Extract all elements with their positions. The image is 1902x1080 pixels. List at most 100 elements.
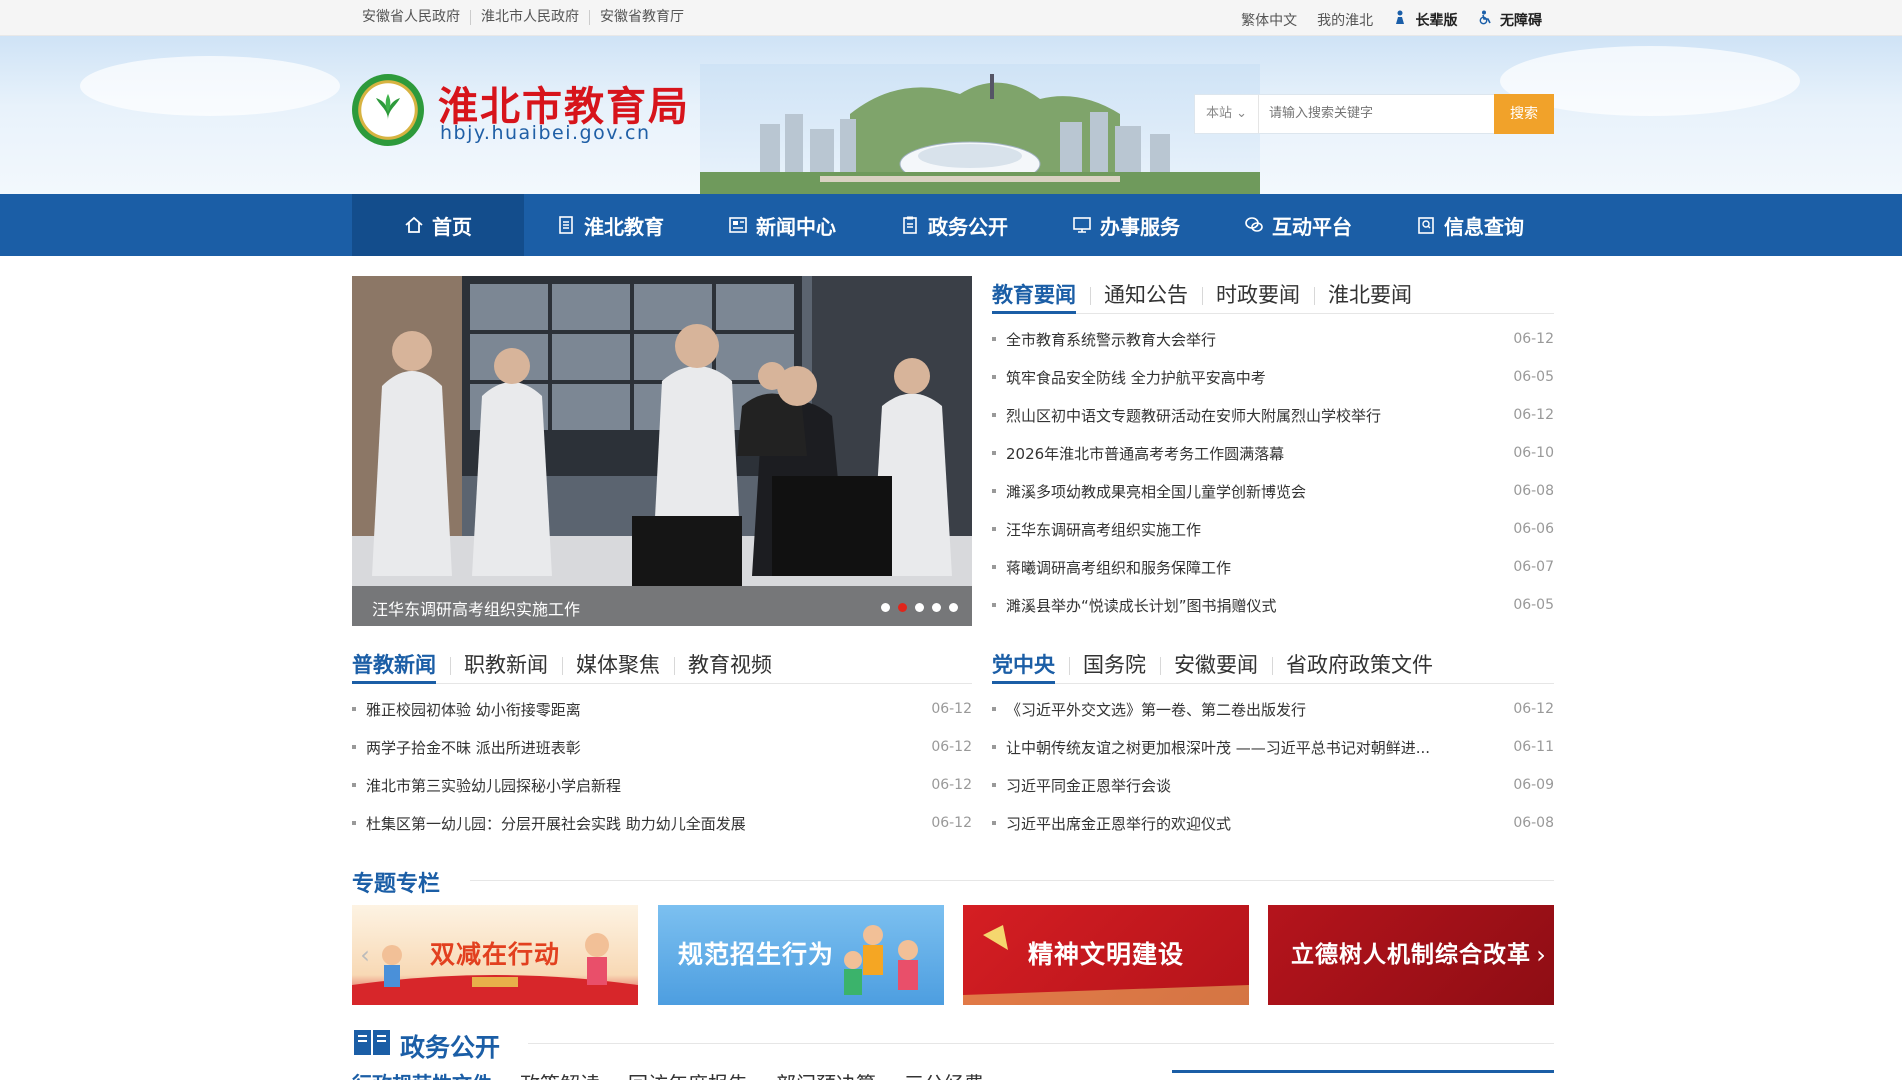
nav-services-label: 办事服务 [1100,214,1180,239]
elder-mode-link[interactable]: 长辈版 [1393,10,1458,30]
elder-icon [1396,10,1405,24]
tab-normative-docs[interactable]: 行政规范性文件 [352,1068,492,1080]
tab-state-council[interactable]: 国务院 [1069,647,1160,683]
monitor-icon [1073,217,1091,233]
banner-spiritual-civilization[interactable]: 精神文明建设 [963,905,1249,1005]
list-item[interactable]: 筑牢食品安全防线 全力护航平安高中考 06-05 [992,358,1554,396]
list-item[interactable]: 杜集区第一幼儿园：分层开展社会实践 助力幼儿全面发展 06-12 [352,804,972,842]
nav-interaction-label: 互动平台 [1272,214,1352,239]
news-date: 06-09 [1513,777,1554,793]
tab-politics[interactable]: 时政要闻 [1202,277,1314,313]
education-news-list: 全市教育系统警示教育大会举行 06-12 筑牢食品安全防线 全力护航平安高中考 06… [992,320,1554,624]
news-title[interactable]: 2026年淮北市普通高考考务工作圆满落幕 [1006,443,1501,464]
elder-mode-label: 长辈版 [1415,13,1458,29]
tab-edu-video[interactable]: 教育视频 [674,647,786,683]
tab-vocational-edu[interactable]: 职教新闻 [450,647,562,683]
news-date: 06-12 [1513,331,1554,347]
search-scope-select[interactable]: 本站 ⌄ [1195,95,1259,133]
list-item[interactable]: 濉溪县举办“悦读成长计划”图书捐赠仪式 06-05 [992,586,1554,624]
list-item[interactable]: 雅正校园初体验 幼小衔接零距离 06-12 [352,690,972,728]
list-item[interactable]: 习近平同金正恩举行会谈 06-09 [992,766,1554,804]
carousel-prev-arrow[interactable]: ‹ [355,942,375,968]
news-date: 06-07 [1513,559,1554,575]
nav-info-query[interactable]: 信息查询 [1384,194,1556,256]
news-date: 06-12 [931,815,972,831]
nav-gov-affairs[interactable]: 政务公开 [868,194,1040,256]
banner-double-reduction[interactable]: 双减在行动 [352,905,638,1005]
link-anhui-edu[interactable]: 安徽省教育厅 [590,10,694,25]
central-news-list: 《习近平外交文选》第一卷、第二卷出版发行 06-12 让中朝传统友谊之树更加根深叶… [992,690,1554,842]
banner-moral-education-reform[interactable]: 立德树人机制综合改革 [1268,905,1554,1005]
carousel-caption-text[interactable]: 汪华东调研高考组织实施工作 [372,596,580,620]
tab-party-central[interactable]: 党中央 [992,647,1069,684]
news-title[interactable]: 习近平出席金正恩举行的欢迎仪式 [1006,813,1501,834]
tab-media-focus[interactable]: 媒体聚焦 [562,647,674,683]
news-title[interactable]: 雅正校园初体验 幼小衔接零距离 [366,699,919,720]
search-button[interactable]: 搜索 [1494,94,1554,134]
list-item[interactable]: 习近平出席金正恩举行的欢迎仪式 06-08 [992,804,1554,842]
home-icon [405,216,423,233]
list-item[interactable]: 让中朝传统友谊之树更加根深叶茂 ——习近平总书记对朝鲜进... 06-11 [992,728,1554,766]
tab-three-expenses[interactable]: 三公经费 [904,1068,984,1080]
carousel-next-arrow[interactable]: › [1531,942,1551,968]
news-title[interactable]: 汪华东调研高考组织实施工作 [1006,519,1501,540]
my-huaibei-link[interactable]: 我的淮北 [1317,10,1373,30]
list-item[interactable]: 烈山区初中语文专题教研活动在安师大附属烈山学校举行 06-12 [992,396,1554,434]
banner-label: 规范招生行为 [678,940,835,969]
nav-home[interactable]: 首页 [352,194,524,256]
carousel-dot-active[interactable] [898,603,907,612]
tab-notices[interactable]: 通知公告 [1090,277,1202,313]
wheelchair-icon [1479,10,1491,25]
list-item[interactable]: 两学子拾金不昧 派出所进班表彰 06-12 [352,728,972,766]
link-huaibei-gov[interactable]: 淮北市人民政府 [471,10,590,25]
list-item[interactable]: 《习近平外交文选》第一卷、第二卷出版发行 06-12 [992,690,1554,728]
news-title[interactable]: 蒋曦调研高考组织和服务保障工作 [1006,557,1501,578]
list-item[interactable]: 蒋曦调研高考组织和服务保障工作 06-07 [992,548,1554,586]
news-title[interactable]: 杜集区第一幼儿园：分层开展社会实践 助力幼儿全面发展 [366,813,919,834]
tab-budget[interactable]: 部门预决算 [776,1068,876,1080]
search-input[interactable] [1259,95,1494,133]
tab-education-news[interactable]: 教育要闻 [992,277,1090,314]
tab-huaibei-news[interactable]: 淮北要闻 [1314,277,1426,313]
news-title[interactable]: 濉溪多项幼教成果亮相全国儿童学创新博览会 [1006,481,1501,502]
traditional-chinese-link[interactable]: 繁体中文 [1241,10,1297,30]
carousel-dot[interactable] [881,603,890,612]
news-title[interactable]: 烈山区初中语文专题教研活动在安师大附属烈山学校举行 [1006,405,1501,426]
logo-emblem[interactable] [352,74,424,146]
accessibility-link[interactable]: 无障碍 [1478,10,1542,30]
tab-anhui-news[interactable]: 安徽要闻 [1160,647,1272,683]
list-item[interactable]: 2026年淮北市普通高考考务工作圆满落幕 06-10 [992,434,1554,472]
news-date: 06-12 [1513,701,1554,717]
news-title[interactable]: 让中朝传统友谊之树更加根深叶茂 ——习近平总书记对朝鲜进... [1006,737,1501,758]
news-carousel[interactable]: 汪华东调研高考组织实施工作 [352,276,972,626]
special-column-title: 专题专栏 [352,872,441,897]
news-title[interactable]: 《习近平外交文选》第一卷、第二卷出版发行 [1006,699,1501,720]
tab-policy-interpretation[interactable]: 政策解读 [520,1068,600,1080]
list-item[interactable]: 全市教育系统警示教育大会举行 06-12 [992,320,1554,358]
carousel-dot[interactable] [932,603,941,612]
carousel-dot[interactable] [915,603,924,612]
news-title[interactable]: 两学子拾金不昧 派出所进班表彰 [366,737,919,758]
site-domain: hbjy.huaibei.gov.cn [440,122,651,144]
nav-huaibei-edu[interactable]: 淮北教育 [524,194,696,256]
nav-interaction[interactable]: 互动平台 [1212,194,1384,256]
carousel-dot[interactable] [949,603,958,612]
cloud-decoration [80,56,340,116]
tab-annual-report[interactable]: 回访年度报告 [628,1068,748,1080]
list-item[interactable]: 淮北市第三实验幼儿园探秘小学启新程 06-12 [352,766,972,804]
news-title[interactable]: 淮北市第三实验幼儿园探秘小学启新程 [366,775,919,796]
tab-provincial-policy[interactable]: 省政府政策文件 [1272,647,1447,683]
link-anhui-gov[interactable]: 安徽省人民政府 [362,10,471,25]
news-title[interactable]: 筑牢食品安全防线 全力护航平安高中考 [1006,367,1501,388]
news-title[interactable]: 习近平同金正恩举行会谈 [1006,775,1501,796]
list-item[interactable]: 濉溪多项幼教成果亮相全国儿童学创新博览会 06-08 [992,472,1554,510]
news-title[interactable]: 全市教育系统警示教育大会举行 [1006,329,1501,350]
tab-general-edu[interactable]: 普教新闻 [352,647,450,684]
banner-admission-conduct[interactable]: 规范招生行为 [658,905,944,1005]
education-news-panel: 教育要闻 通知公告 时政要闻 淮北要闻 全市教育系统警示教育大会举行 06-12 … [992,268,1554,624]
nav-services[interactable]: 办事服务 [1040,194,1212,256]
news-title[interactable]: 濉溪县举办“悦读成长计划”图书捐赠仪式 [1006,595,1501,616]
nav-news-center[interactable]: 新闻中心 [696,194,868,256]
header-banner: 淮北市教育局 hbjy.huaibei.gov.cn 本站 ⌄ 搜索 [0,36,1902,194]
list-item[interactable]: 汪华东调研高考组织实施工作 06-06 [992,510,1554,548]
